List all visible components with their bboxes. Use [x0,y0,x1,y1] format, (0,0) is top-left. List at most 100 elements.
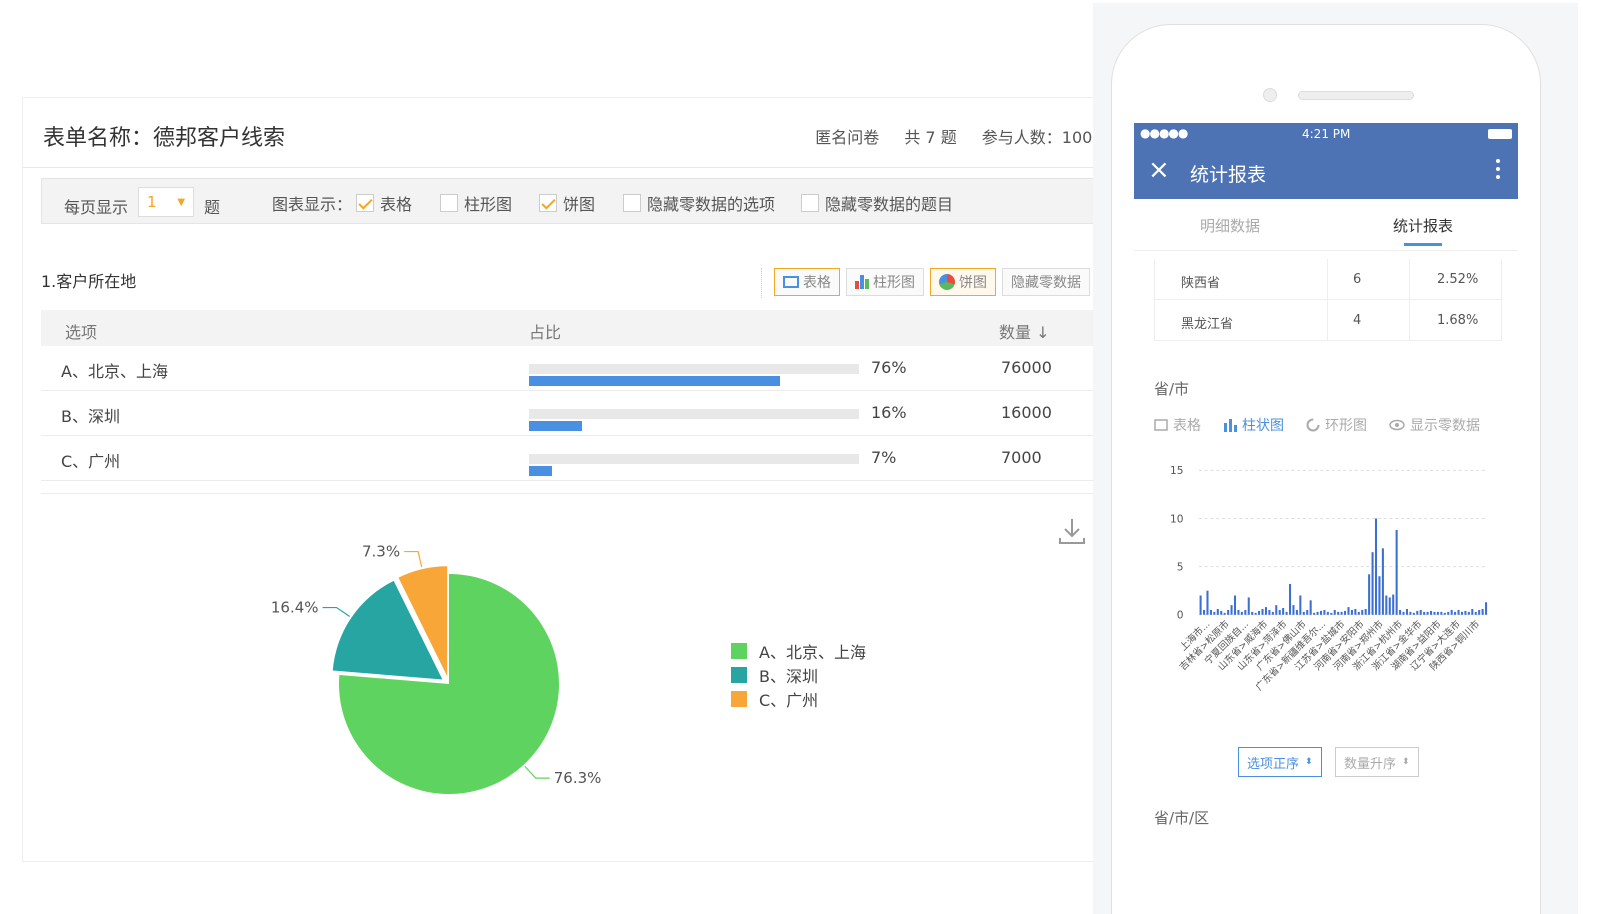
bar[interactable] [1340,611,1343,615]
bar[interactable] [1285,611,1288,615]
bar[interactable] [1203,609,1206,615]
legend-item[interactable]: A、北京、上海 [731,639,866,663]
bar[interactable] [1443,612,1446,615]
legend-item[interactable]: B、深圳 [731,663,866,687]
hide-zero-questions-checkbox[interactable] [801,194,819,212]
bar[interactable] [1426,611,1429,615]
bar[interactable] [1313,612,1316,615]
table-checkbox[interactable] [356,194,374,212]
bar[interactable] [1402,611,1405,615]
bar[interactable] [1457,609,1460,615]
bar[interactable] [1399,609,1402,615]
bar[interactable] [1440,611,1443,615]
bar[interactable] [1381,548,1384,615]
legend-item[interactable]: C、广州 [731,687,866,711]
bar[interactable] [1450,609,1453,615]
bar[interactable] [1344,610,1347,615]
bar[interactable] [1251,611,1254,615]
bar[interactable] [1412,612,1415,615]
bar[interactable] [1337,611,1340,615]
phone-opt-show-zero[interactable]: 显示零数据 [1389,415,1480,435]
tab-detail-data[interactable]: 明细数据 [1200,215,1260,236]
bar[interactable] [1347,607,1350,615]
bar[interactable] [1330,612,1333,615]
bar[interactable] [1254,612,1257,615]
bar[interactable] [1223,612,1226,615]
hide-zero-options-group[interactable]: 隐藏零数据的选项 [623,191,775,215]
bar[interactable] [1295,609,1298,615]
bar[interactable] [1264,607,1267,615]
bar[interactable] [1326,611,1329,615]
bar[interactable] [1371,552,1374,615]
bar[interactable] [1302,611,1305,615]
phone-opt-ring[interactable]: 环形图 [1306,415,1367,435]
bar[interactable] [1309,600,1312,615]
download-icon[interactable] [1057,516,1087,546]
sort-option-asc-button[interactable]: 选项正序 ⬍ [1238,747,1322,777]
bar[interactable] [1405,609,1408,615]
view-tab-pie[interactable]: 饼图 [930,268,996,296]
bar[interactable] [1378,576,1381,615]
bar[interactable] [1213,611,1216,615]
bar[interactable] [1460,611,1464,615]
view-tab-hide-zero[interactable]: 隐藏零数据 [1002,268,1090,296]
bar[interactable] [1323,609,1326,615]
bar[interactable] [1364,609,1367,615]
bar[interactable] [1230,605,1233,615]
bar[interactable] [1423,611,1426,615]
bar[interactable] [1416,610,1419,615]
phone-opt-table[interactable]: 表格 [1154,415,1201,435]
bar[interactable] [1316,611,1319,615]
bar[interactable] [1288,583,1292,615]
bar[interactable] [1240,611,1243,615]
bar[interactable] [1357,611,1360,615]
bar[interactable] [1385,595,1388,615]
bar[interactable] [1374,518,1378,615]
bar[interactable] [1361,609,1364,615]
bar[interactable] [1282,608,1285,615]
bar[interactable] [1485,602,1488,615]
bar[interactable] [1244,609,1247,615]
bar[interactable] [1233,595,1237,615]
bar[interactable] [1278,609,1281,615]
bar[interactable] [1436,611,1439,615]
sort-count-asc-button[interactable]: 数量升序 ⬍ [1335,747,1419,777]
bar[interactable] [1216,609,1219,615]
bar[interactable] [1395,530,1398,615]
bar[interactable] [1220,610,1223,615]
bar[interactable] [1319,610,1323,615]
bar[interactable] [1199,595,1202,615]
hide-zero-questions-group[interactable]: 隐藏零数据的题目 [801,191,953,215]
bar[interactable] [1467,611,1470,615]
bar-checkbox[interactable] [440,194,458,212]
bar[interactable] [1247,597,1250,615]
bar[interactable] [1447,611,1450,615]
bar[interactable] [1292,605,1295,615]
view-tab-table[interactable]: 表格 [774,268,840,296]
bar[interactable] [1209,609,1212,615]
bar[interactable] [1306,609,1309,615]
bar[interactable] [1433,611,1436,615]
tab-stats-report[interactable]: 统计报表 [1393,215,1453,236]
bar[interactable] [1275,605,1278,615]
hide-zero-options-checkbox[interactable] [623,194,641,212]
bar[interactable] [1268,609,1271,615]
bar[interactable] [1333,609,1336,615]
per-page-select[interactable]: 1 ▼ [138,187,195,217]
pie-checkbox-group[interactable]: 饼图 [539,191,595,215]
bar[interactable] [1419,609,1422,615]
bar[interactable] [1354,609,1357,615]
phone-opt-bar[interactable]: 柱状图 [1223,415,1284,435]
bar[interactable] [1271,611,1274,615]
bar[interactable] [1237,609,1240,615]
bar[interactable] [1474,611,1477,615]
bar[interactable] [1227,609,1230,615]
bar[interactable] [1471,609,1474,615]
pie-checkbox[interactable] [539,194,557,212]
bar[interactable] [1430,610,1433,615]
bar[interactable] [1350,609,1353,615]
bar[interactable] [1388,597,1391,615]
bar[interactable] [1478,609,1481,615]
more-vertical-icon[interactable] [1496,159,1500,183]
bar[interactable] [1464,610,1467,615]
